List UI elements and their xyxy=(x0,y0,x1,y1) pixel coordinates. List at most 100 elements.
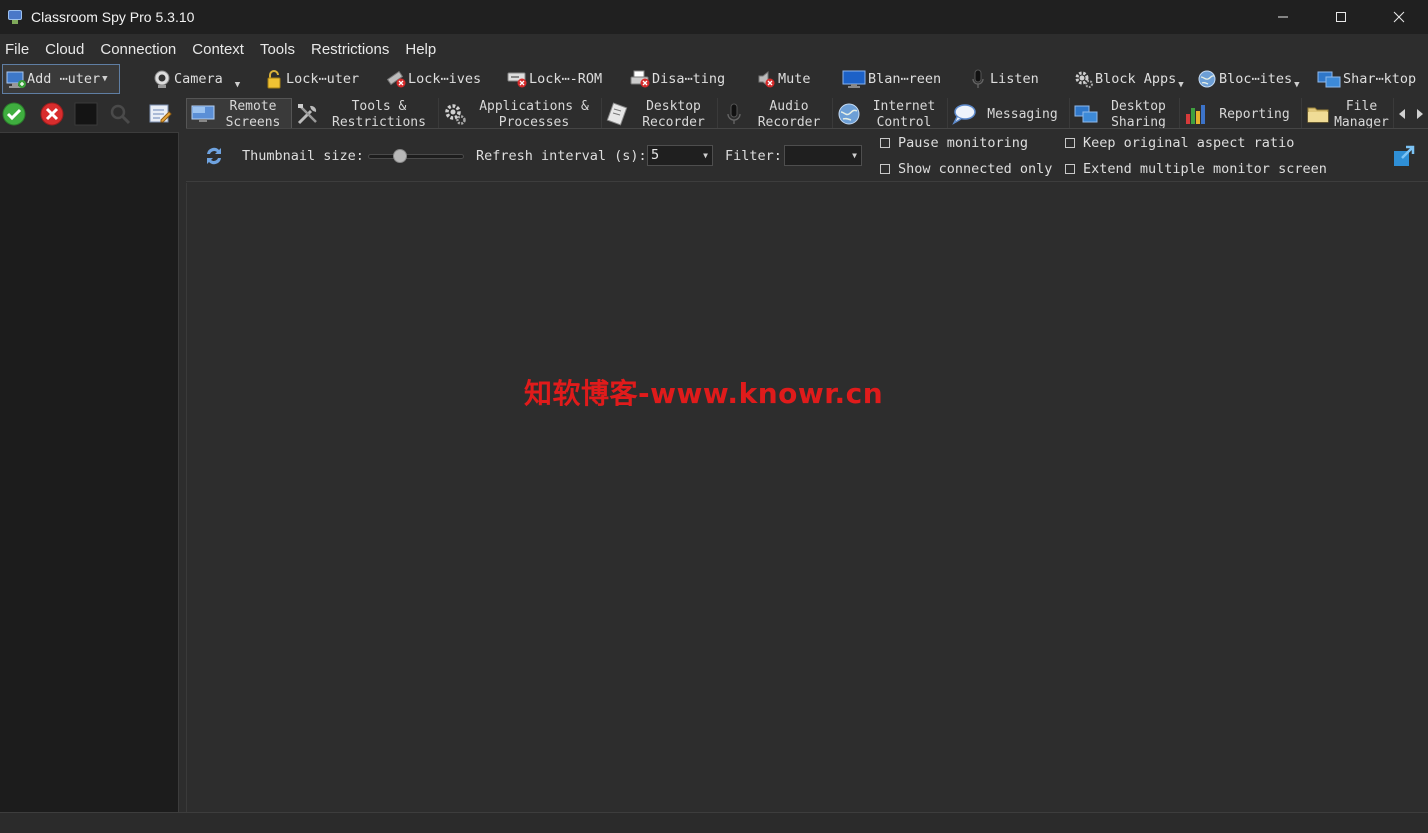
lock-computer-label: Lock⋯uter xyxy=(286,71,360,87)
disable-printing-label: Disa⋯ting xyxy=(652,71,726,87)
extend-monitors-checkbox[interactable]: Extend multiple monitor screen xyxy=(1065,161,1327,177)
lock-icon xyxy=(264,69,284,89)
maximize-icon xyxy=(1336,12,1346,22)
menu-bar: File Cloud Connection Context Tools Rest… xyxy=(0,36,1428,62)
menu-context[interactable]: Context xyxy=(187,41,252,58)
thumbnail-size-slider[interactable] xyxy=(368,149,464,163)
camera-dropdown-icon[interactable]: ▼ xyxy=(235,80,240,90)
maximize-button[interactable] xyxy=(1312,0,1370,34)
block-sites-label: Bloc⋯ites xyxy=(1219,71,1293,87)
blank-screen-label: Blan⋯reen xyxy=(868,71,942,87)
checkbox-box[interactable] xyxy=(1065,164,1075,174)
tab-internet-control[interactable]: Internet Control xyxy=(833,98,948,128)
chevron-down-icon: ▼ xyxy=(703,151,708,160)
dropdown-arrow-icon[interactable]: ▼ xyxy=(102,74,107,84)
gear-icon xyxy=(1073,69,1093,89)
listen-button[interactable]: Listen xyxy=(968,64,1039,94)
usb-drive-icon xyxy=(386,69,406,89)
monitor-icon xyxy=(191,102,215,126)
tab-audio-recorder[interactable]: Audio Recorder xyxy=(718,98,833,128)
disconnect-button[interactable] xyxy=(40,102,64,126)
tab-reporting-label: Reporting xyxy=(1219,106,1290,122)
chart-icon xyxy=(1184,102,1208,126)
globe-icon xyxy=(1197,69,1217,89)
tab-tools-restrictions[interactable]: Tools & Restrictions xyxy=(292,98,439,129)
speaker-mute-icon xyxy=(756,69,776,89)
disable-printing-button[interactable]: Disa⋯ting xyxy=(630,64,725,94)
search-button[interactable] xyxy=(108,102,132,126)
tab-desktop-recorder[interactable]: Desktop Recorder xyxy=(602,98,718,128)
chevron-right-icon xyxy=(1417,108,1423,119)
menu-restrictions[interactable]: Restrictions xyxy=(306,41,397,58)
popout-button[interactable] xyxy=(1392,144,1416,168)
minimize-button[interactable] xyxy=(1254,0,1312,34)
block-sites-button[interactable]: Bloc⋯ites ▼ xyxy=(1197,64,1300,94)
lock-cdrom-button[interactable]: Lock⋯-ROM xyxy=(507,64,602,94)
pause-monitoring-label: Pause monitoring xyxy=(898,135,1029,151)
select-button[interactable] xyxy=(74,102,98,126)
tab-scroll-right-button[interactable] xyxy=(1412,98,1428,128)
refresh-button[interactable] xyxy=(202,144,226,168)
block-sites-dropdown-icon[interactable]: ▼ xyxy=(1294,80,1299,90)
mute-button[interactable]: Mute xyxy=(756,64,811,94)
remote-screens-area[interactable] xyxy=(186,183,1428,812)
listen-label: Listen xyxy=(990,71,1039,87)
chevron-left-icon xyxy=(1399,108,1405,119)
show-connected-only-label: Show connected only xyxy=(898,161,1053,177)
menu-connection[interactable]: Connection xyxy=(95,41,184,58)
app-icon xyxy=(7,9,23,25)
menu-help[interactable]: Help xyxy=(400,41,444,58)
folder-icon xyxy=(1306,102,1330,126)
lock-computer-button[interactable]: Lock⋯uter xyxy=(264,64,359,94)
pause-monitoring-checkbox[interactable]: Pause monitoring xyxy=(880,135,1028,151)
edit-button[interactable] xyxy=(148,102,172,126)
close-button[interactable] xyxy=(1370,0,1428,34)
tab-reporting[interactable]: Reporting xyxy=(1180,98,1302,128)
tab-tools-restrictions-label: Tools & Restrictions xyxy=(332,98,426,129)
tab-applications-processes-label: Applications & Processes xyxy=(479,98,589,129)
menu-file[interactable]: File xyxy=(0,41,37,58)
checkbox-box[interactable] xyxy=(880,138,890,148)
tab-scroll-left-button[interactable] xyxy=(1394,98,1410,128)
globe-icon xyxy=(837,102,861,126)
computer-list-pane[interactable] xyxy=(0,132,179,812)
menu-cloud[interactable]: Cloud xyxy=(40,41,92,58)
show-connected-only-checkbox[interactable]: Show connected only xyxy=(880,161,1052,177)
menu-tools[interactable]: Tools xyxy=(255,41,303,58)
connect-button[interactable] xyxy=(2,102,26,126)
refresh-interval-value: 5 xyxy=(651,147,660,163)
minimize-icon xyxy=(1278,16,1288,18)
search-icon xyxy=(110,104,131,125)
refresh-icon xyxy=(207,147,221,165)
share-desktop-button[interactable]: Shar⋯ktop xyxy=(1317,64,1416,94)
refresh-interval-select[interactable]: 5 ▼ xyxy=(647,145,713,166)
blank-screen-button[interactable]: Blan⋯reen xyxy=(842,64,941,94)
lock-drives-label: Lock⋯ives xyxy=(408,71,482,87)
slider-thumb[interactable] xyxy=(393,149,407,163)
camera-button[interactable]: Camera ▼ xyxy=(152,64,240,94)
block-apps-dropdown-icon[interactable]: ▼ xyxy=(1178,80,1183,90)
tab-desktop-sharing-label: Desktop Sharing xyxy=(1111,98,1166,129)
lock-drives-button[interactable]: Lock⋯ives xyxy=(386,64,481,94)
gears-icon xyxy=(443,102,467,126)
add-computer-label: Add ⋯uter xyxy=(27,71,101,87)
tab-messaging[interactable]: Messaging xyxy=(948,98,1070,128)
edit-list-icon xyxy=(149,104,172,123)
square-icon xyxy=(74,102,98,126)
block-apps-button[interactable]: Block Apps ▼ xyxy=(1073,64,1184,94)
checkbox-box[interactable] xyxy=(880,164,890,174)
tab-bar: Remote Screens Tools & Restrictions Appl… xyxy=(186,98,1428,129)
tab-file-manager[interactable]: File Manager xyxy=(1302,98,1394,128)
tab-messaging-label: Messaging xyxy=(987,106,1058,122)
window-title: Classroom Spy Pro 5.3.10 xyxy=(31,9,195,25)
keep-aspect-ratio-checkbox[interactable]: Keep original aspect ratio xyxy=(1065,135,1294,151)
tab-remote-screens[interactable]: Remote Screens xyxy=(186,98,292,128)
add-computer-button[interactable]: Add ⋯uter ▼ xyxy=(2,64,120,94)
tab-applications-processes[interactable]: Applications & Processes xyxy=(439,98,602,129)
microphone-icon xyxy=(968,69,988,89)
checkbox-box[interactable] xyxy=(1065,138,1075,148)
options-bar: Thumbnail size: Refresh interval (s): 5 … xyxy=(186,130,1428,182)
left-toolbar xyxy=(0,98,180,130)
tab-desktop-sharing[interactable]: Desktop Sharing xyxy=(1070,98,1180,129)
filter-select[interactable]: ▼ xyxy=(784,145,862,166)
